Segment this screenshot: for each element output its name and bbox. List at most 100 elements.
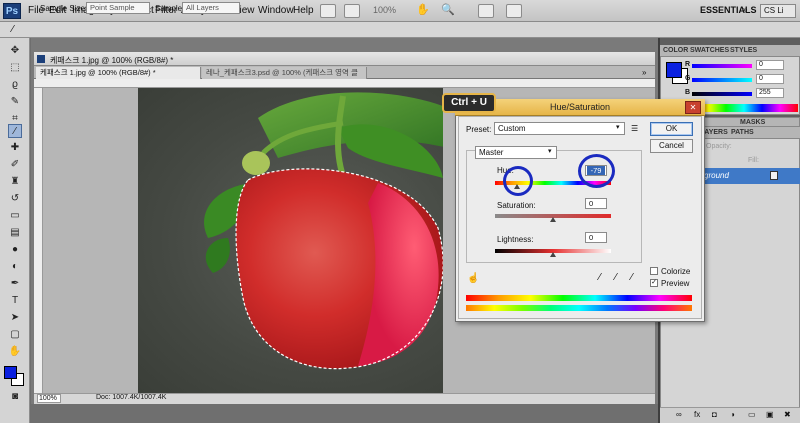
gradient-tool-icon[interactable]: ▤ bbox=[8, 226, 22, 240]
preset-label: Preset: bbox=[466, 125, 492, 134]
channel-g-value[interactable]: 0 bbox=[756, 74, 784, 84]
channel-b-slider[interactable] bbox=[692, 92, 752, 96]
zoom-level[interactable]: 100% bbox=[373, 5, 396, 15]
preset-select[interactable]: Custom bbox=[494, 122, 625, 135]
channel-r-value[interactable]: 0 bbox=[756, 60, 784, 70]
preview-checkbox[interactable]: ✓ bbox=[650, 279, 658, 287]
blur-tool-icon[interactable]: ● bbox=[8, 243, 22, 257]
brush-tool-icon[interactable]: ✐ bbox=[8, 158, 22, 172]
highlight-circle-hue-slider bbox=[503, 166, 533, 196]
colorize-checkbox[interactable] bbox=[650, 267, 658, 275]
sample-size-label: Sample Size: bbox=[40, 4, 88, 13]
layer-style-icon[interactable]: fx bbox=[694, 410, 700, 419]
color-panel-foreground-swatch[interactable] bbox=[666, 62, 682, 78]
link-layers-icon[interactable]: ∞ bbox=[676, 410, 682, 419]
highlight-circle-hue-value bbox=[578, 154, 615, 188]
channel-g-slider[interactable] bbox=[692, 78, 752, 82]
edit-chevron-down-icon[interactable]: ▾ bbox=[548, 147, 552, 155]
pen-tool-icon[interactable]: ✒ bbox=[8, 277, 22, 291]
document-title: 케패스크 1.jpg @ 100% (RGB/8#) * bbox=[50, 56, 174, 65]
channel-r-label: R bbox=[685, 61, 691, 68]
preset-options-icon[interactable]: ☰ bbox=[631, 124, 638, 133]
canvas-image[interactable] bbox=[138, 88, 443, 393]
layer-lock-icon[interactable] bbox=[770, 171, 778, 180]
shortcut-badge: Ctrl + U bbox=[442, 93, 496, 113]
quick-mask-icon[interactable]: ◙ bbox=[8, 390, 22, 404]
ruler-horizontal bbox=[34, 79, 655, 88]
preview-label[interactable]: Preview bbox=[661, 279, 689, 288]
saturation-label: Saturation: bbox=[497, 201, 536, 210]
lightness-input[interactable]: 0 bbox=[585, 232, 607, 243]
subtract-from-sample-eyedropper-icon[interactable]: ⁄ bbox=[631, 272, 633, 283]
bridge-icon[interactable] bbox=[320, 4, 336, 18]
document-tab[interactable]: 레나_케패스크3.psd @ 100% (케패스크 영역 클릭, RGB/8) bbox=[202, 67, 367, 89]
color-spectrum-bar[interactable] bbox=[690, 104, 798, 112]
tab-swatches[interactable]: SWATCHES bbox=[690, 47, 729, 54]
eyedropper-tool-icon[interactable]: ⁄ bbox=[8, 124, 22, 138]
dodge-tool-icon[interactable]: ◐ bbox=[8, 260, 22, 274]
document-info[interactable]: Doc: 1007.4K/1007.4K bbox=[96, 394, 166, 401]
edit-range-select[interactable]: Master bbox=[475, 146, 557, 159]
tab-styles[interactable]: STYLES bbox=[730, 47, 757, 54]
zoom-tool-icon[interactable]: 🔍 bbox=[440, 4, 456, 18]
photoshop-logo-icon: Ps bbox=[3, 3, 21, 19]
tab-overflow-icon[interactable]: » bbox=[642, 68, 646, 77]
hand-tool-panel-icon[interactable]: ✋ bbox=[8, 345, 22, 359]
input-color-spectrum bbox=[466, 295, 692, 301]
delete-layer-icon[interactable]: ✖ bbox=[784, 410, 791, 419]
menu-window[interactable]: Window bbox=[258, 5, 294, 16]
channel-b-value[interactable]: 255 bbox=[756, 88, 784, 98]
ruler-vertical bbox=[34, 88, 43, 393]
dialog-close-icon[interactable]: ✕ bbox=[685, 101, 701, 114]
clone-stamp-tool-icon[interactable]: ♜ bbox=[8, 175, 22, 189]
cancel-button[interactable]: Cancel bbox=[650, 139, 693, 153]
type-tool-icon[interactable]: T bbox=[8, 294, 22, 308]
add-mask-icon[interactable]: ◘ bbox=[712, 410, 717, 419]
ok-button[interactable]: OK bbox=[650, 122, 693, 136]
workspace-arrow-icon[interactable]: » bbox=[743, 5, 747, 14]
sample-select[interactable]: All Layers bbox=[182, 2, 240, 14]
targeted-adjustment-hand-icon[interactable]: ☝ bbox=[467, 273, 479, 284]
workspace-switcher[interactable]: ESSENTIALS bbox=[700, 5, 757, 15]
lightness-label: Lightness: bbox=[497, 235, 534, 244]
marquee-tool-icon[interactable]: ⬚ bbox=[8, 61, 22, 75]
output-color-spectrum bbox=[466, 305, 692, 311]
hand-tool-icon[interactable]: ✋ bbox=[415, 4, 431, 18]
history-brush-tool-icon[interactable]: ↺ bbox=[8, 192, 22, 206]
colorize-label[interactable]: Colorize bbox=[661, 267, 690, 276]
eyedropper-icon[interactable]: ⁄ bbox=[12, 24, 14, 35]
eraser-tool-icon[interactable]: ▭ bbox=[8, 209, 22, 223]
channel-r-slider[interactable] bbox=[692, 64, 752, 68]
lasso-tool-icon[interactable]: ϱ bbox=[8, 78, 22, 92]
adjustment-layer-icon[interactable]: ◑ bbox=[730, 410, 735, 419]
healing-tool-icon[interactable]: ✚ bbox=[8, 141, 22, 155]
options-bar bbox=[0, 22, 800, 38]
new-group-icon[interactable]: ▭ bbox=[748, 410, 756, 419]
tab-masks[interactable]: MASKS bbox=[740, 119, 765, 126]
add-to-sample-eyedropper-icon[interactable]: ⁄ bbox=[615, 272, 617, 283]
menu-help[interactable]: Help bbox=[293, 5, 314, 16]
sample-size-select[interactable]: Point Sample bbox=[86, 2, 150, 14]
move-tool-icon[interactable]: ✥ bbox=[8, 44, 22, 58]
tab-paths[interactable]: PATHS bbox=[731, 129, 754, 136]
document-area-bottom bbox=[31, 404, 658, 423]
shape-tool-icon[interactable]: ▢ bbox=[8, 328, 22, 342]
saturation-input[interactable]: 0 bbox=[585, 198, 607, 209]
adjustment-group-box bbox=[466, 150, 642, 263]
document-tab-active[interactable]: 케패스크 1.jpg @ 100% (RGB/8#) * bbox=[36, 67, 201, 79]
mini-bridge-icon[interactable] bbox=[344, 4, 360, 18]
quick-select-tool-icon[interactable]: ✎ bbox=[8, 95, 22, 109]
path-select-tool-icon[interactable]: ➤ bbox=[8, 311, 22, 325]
eyedropper-icon[interactable]: ⁄ bbox=[599, 272, 601, 283]
tab-color[interactable]: COLOR bbox=[663, 47, 688, 54]
layer-row-background[interactable]: ground bbox=[700, 168, 800, 184]
cs-live-button[interactable]: CS Li bbox=[760, 4, 796, 18]
arrange-documents-icon[interactable] bbox=[478, 4, 494, 18]
channel-g-label: G bbox=[685, 75, 691, 82]
screen-mode-icon[interactable] bbox=[506, 4, 522, 18]
document-ps-icon bbox=[37, 55, 45, 63]
foreground-color-swatch[interactable] bbox=[4, 366, 17, 379]
new-layer-icon[interactable]: ▣ bbox=[766, 410, 774, 419]
status-zoom-field[interactable]: 100% bbox=[37, 394, 61, 403]
preset-chevron-down-icon[interactable]: ▾ bbox=[616, 123, 620, 131]
